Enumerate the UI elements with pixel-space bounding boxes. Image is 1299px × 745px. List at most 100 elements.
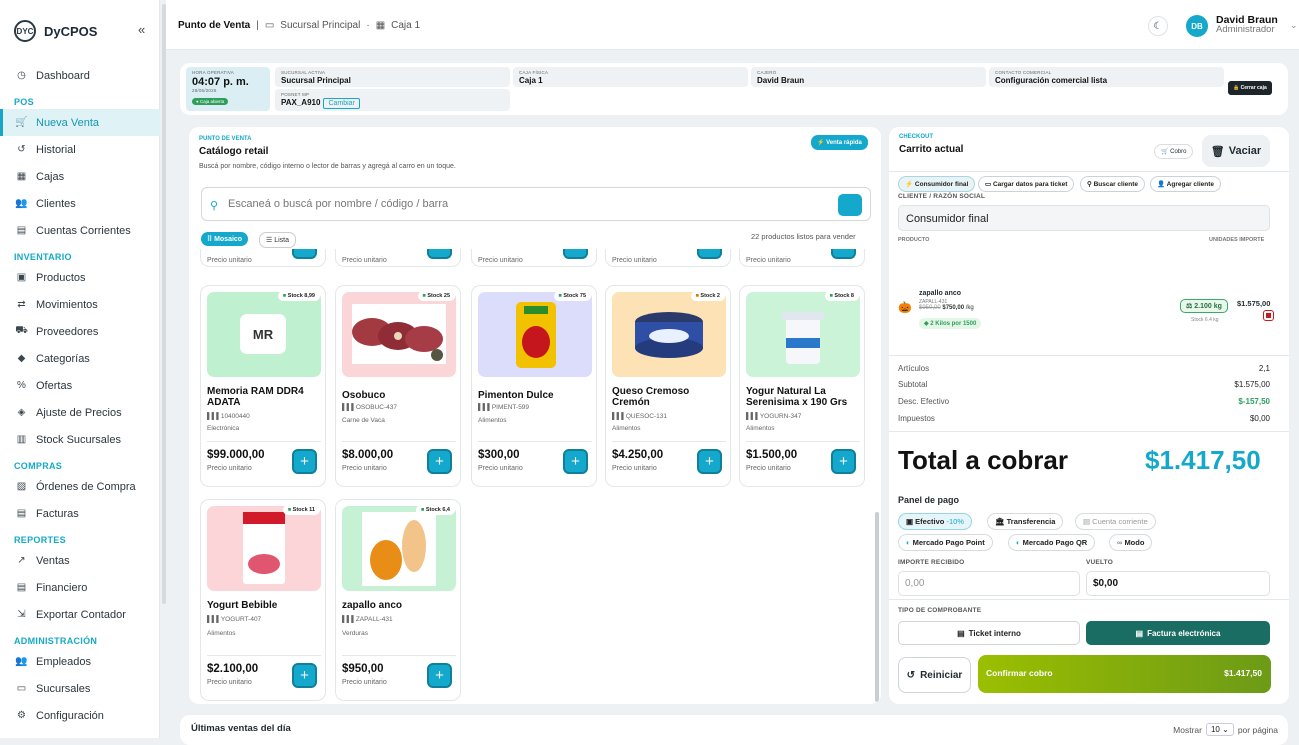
add-to-cart-button[interactable] <box>427 249 452 259</box>
avatar[interactable]: DB <box>1186 15 1208 37</box>
product-card[interactable]: Precio unitario <box>335 249 461 267</box>
sidebar-item-ofertas[interactable]: % Ofertas <box>0 372 160 399</box>
collapse-sidebar-icon[interactable]: « <box>138 22 145 37</box>
sidebar-scrollbar[interactable] <box>162 4 166 604</box>
sidebar-item-categorias[interactable]: ◆ Categorías <box>0 345 160 372</box>
user-menu[interactable]: David Braun Administrador <box>1216 15 1278 35</box>
payment-mp-point-button[interactable]: ◐ Mercado Pago Point <box>898 534 993 551</box>
product-card[interactable]: ■ Stock 11 Yogurt Bebible ▌▌▌YOGURT-407 … <box>200 499 326 701</box>
cart-item-new-price: $750,00 <box>942 305 965 311</box>
product-card[interactable]: Precio unitario <box>605 249 731 267</box>
sidebar-item-exportar-contador[interactable]: ⇲ Exportar Contador <box>0 601 160 628</box>
nav-section-inventario: INVENTARIO <box>14 252 72 262</box>
breadcrumb-branch[interactable]: Sucursal Principal <box>280 20 360 31</box>
product-card[interactable]: ■ Stock 8 Yogur Natural La Serenisima x … <box>739 285 865 487</box>
sidebar-item-ajuste-precios[interactable]: ◈ Ajuste de Precios <box>0 399 160 426</box>
product-card[interactable]: ■ Stock 75 Pimenton Dulce ▌▌▌PIMENT-599 … <box>471 285 597 487</box>
arrows-icon: ⇄ <box>17 299 26 310</box>
sidebar-item-empleados[interactable]: 👥 Empleados <box>0 648 160 675</box>
brand[interactable]: DYC DyCPOS <box>14 20 97 42</box>
breadcrumb-register[interactable]: Caja 1 <box>391 20 420 31</box>
product-card[interactable]: Precio unitario <box>200 249 326 267</box>
add-customer-chip[interactable]: 👤 Agregar cliente <box>1150 176 1221 192</box>
sidebar-item-facturas[interactable]: ▤ Facturas <box>0 500 160 527</box>
unit-price-label: Precio unitario <box>207 465 252 472</box>
chevron-down-icon[interactable]: ⌄ <box>1290 20 1298 31</box>
view-list-tab[interactable]: ☰ Lista <box>259 232 297 248</box>
product-image <box>342 292 456 377</box>
product-card[interactable]: Precio unitario <box>739 249 865 267</box>
sidebar-item-nueva-venta[interactable]: 🛒 Nueva Venta <box>0 109 160 136</box>
payment-account-button[interactable]: ▤ Cuenta corriente <box>1075 513 1156 530</box>
product-search-input[interactable]: ⚲ Escaneá o buscá por nombre / código / … <box>201 187 871 221</box>
add-to-cart-button[interactable]: + <box>292 449 317 474</box>
quick-sale-button[interactable]: ⚡ Venta rápida <box>811 135 868 150</box>
sidebar-item-movimientos[interactable]: ⇄ Movimientos <box>0 291 160 318</box>
cobro-button[interactable]: 🛒 Cobro <box>1154 144 1194 159</box>
sidebar-item-configuracion[interactable]: ⚙ Configuración <box>0 702 160 729</box>
sidebar-item-cuentas-corrientes[interactable]: ▤ Cuentas Corrientes <box>0 217 160 244</box>
brand-logo-icon: DYC <box>14 20 36 42</box>
product-code-text: YOGURN-347 <box>759 413 802 420</box>
electronic-invoice-button[interactable]: ▤ Factura electrónica <box>1086 621 1270 645</box>
barcode-scan-button[interactable] <box>838 194 862 216</box>
page-size-select[interactable]: 10 ⌄ <box>1205 723 1234 736</box>
add-to-cart-button[interactable] <box>292 249 317 259</box>
search-customer-chip[interactable]: ⚲ Buscar cliente <box>1080 176 1146 192</box>
add-to-cart-button[interactable] <box>831 249 856 259</box>
product-price: $950,00 <box>342 663 384 675</box>
internal-ticket-button[interactable]: ▤ Ticket interno <box>898 621 1080 645</box>
sidebar-item-ordenes-compra[interactable]: ▨ Órdenes de Compra <box>0 473 160 500</box>
add-to-cart-button[interactable] <box>697 249 722 259</box>
product-card[interactable]: MR ■ Stock 8,99 Memoria RAM DDR4 ADATA ▌… <box>200 285 326 487</box>
quantity-button[interactable]: ⚖ 2.100 kg <box>1180 299 1228 313</box>
load-ticket-data-chip[interactable]: ▭ Cargar datos para ticket <box>978 176 1075 192</box>
add-to-cart-button[interactable]: + <box>563 449 588 474</box>
payment-mp-qr-button[interactable]: ◐ Mercado Pago QR <box>1008 534 1096 551</box>
sidebar-item-dashboard[interactable]: ◷ Dashboard <box>0 62 160 89</box>
remove-item-button[interactable] <box>1263 310 1274 321</box>
stock-badge: ■ Stock 2 <box>690 291 725 301</box>
sidebar-item-label: Ofertas <box>36 379 73 392</box>
breadcrumb-page[interactable]: Punto de Venta <box>178 20 250 31</box>
sidebar-item-ventas[interactable]: ↗ Ventas <box>0 547 160 574</box>
customer-field[interactable]: Consumidor final <box>898 205 1270 231</box>
sidebar-item-financiero[interactable]: ▤ Financiero <box>0 574 160 601</box>
change-posnet-button[interactable]: Cambiar <box>323 98 360 109</box>
payment-cash-button[interactable]: ▣ Efectivo -10% <box>898 513 972 530</box>
id-card-icon: ▭ <box>985 181 993 188</box>
sidebar-item-productos[interactable]: ▣ Productos <box>0 264 160 291</box>
summary-label: Subtotal <box>898 380 928 389</box>
view-grid-tab[interactable]: ⠿ Mosaico <box>201 232 249 246</box>
clear-cart-button[interactable]: 🗑 Vaciar <box>1202 135 1270 167</box>
consumer-final-chip[interactable]: ⚡ Consumidor final <box>898 176 976 192</box>
confirm-payment-button[interactable]: Confirmar cobro $1.417,50 <box>978 655 1271 693</box>
reset-button[interactable]: ↺ Reiniciar <box>898 657 971 693</box>
add-to-cart-button[interactable]: + <box>427 449 452 474</box>
sidebar-item-historial[interactable]: ↺ Historial <box>0 136 160 163</box>
catalog-scrollbar[interactable] <box>875 512 879 702</box>
close-register-button[interactable]: 🔒 Cerrar caja <box>1228 81 1272 95</box>
product-card[interactable]: Precio unitario <box>471 249 597 267</box>
sidebar-item-cajas[interactable]: ▦ Cajas <box>0 163 160 190</box>
add-to-cart-button[interactable]: + <box>697 449 722 474</box>
payment-transfer-button[interactable]: 🏛 Transferencia <box>987 513 1064 530</box>
product-card[interactable]: ■ Stock 2 Queso Cremoso Cremón ▌▌▌QUESOC… <box>605 285 731 487</box>
sidebar-item-clientes[interactable]: 👥 Clientes <box>0 190 160 217</box>
product-card[interactable]: ■ Stock 25 Osobuco ▌▌▌OSOBUC-437 Carne d… <box>335 285 461 487</box>
add-to-cart-button[interactable] <box>563 249 588 259</box>
product-code: ▌▌▌PIMENT-599 <box>478 404 529 411</box>
add-to-cart-button[interactable]: + <box>831 449 856 474</box>
unit-price-label: Precio unitario <box>342 679 387 686</box>
amount-received-input[interactable]: 0,00 <box>898 571 1080 596</box>
sidebar-item-proveedores[interactable]: ⛟ Proveedores <box>0 318 160 345</box>
product-card[interactable]: ■ Stock 6,4 zapallo anco ▌▌▌ZAPALL-431 V… <box>335 499 461 701</box>
payment-modo-button[interactable]: ∞ Modo <box>1109 534 1153 551</box>
sidebar-item-sucursales[interactable]: ▭ Sucursales <box>0 675 160 702</box>
theme-toggle-moon-icon[interactable]: ☾ <box>1148 16 1168 36</box>
add-to-cart-button[interactable]: + <box>292 663 317 688</box>
add-to-cart-button[interactable]: + <box>427 663 452 688</box>
sidebar-item-stock-sucursales[interactable]: ▥ Stock Sucursales <box>0 426 160 453</box>
promo-text: 2 Kilos por 1500 <box>930 321 977 327</box>
posnet-box: POSNET MP PAX_A910 Cambiar <box>275 89 510 111</box>
